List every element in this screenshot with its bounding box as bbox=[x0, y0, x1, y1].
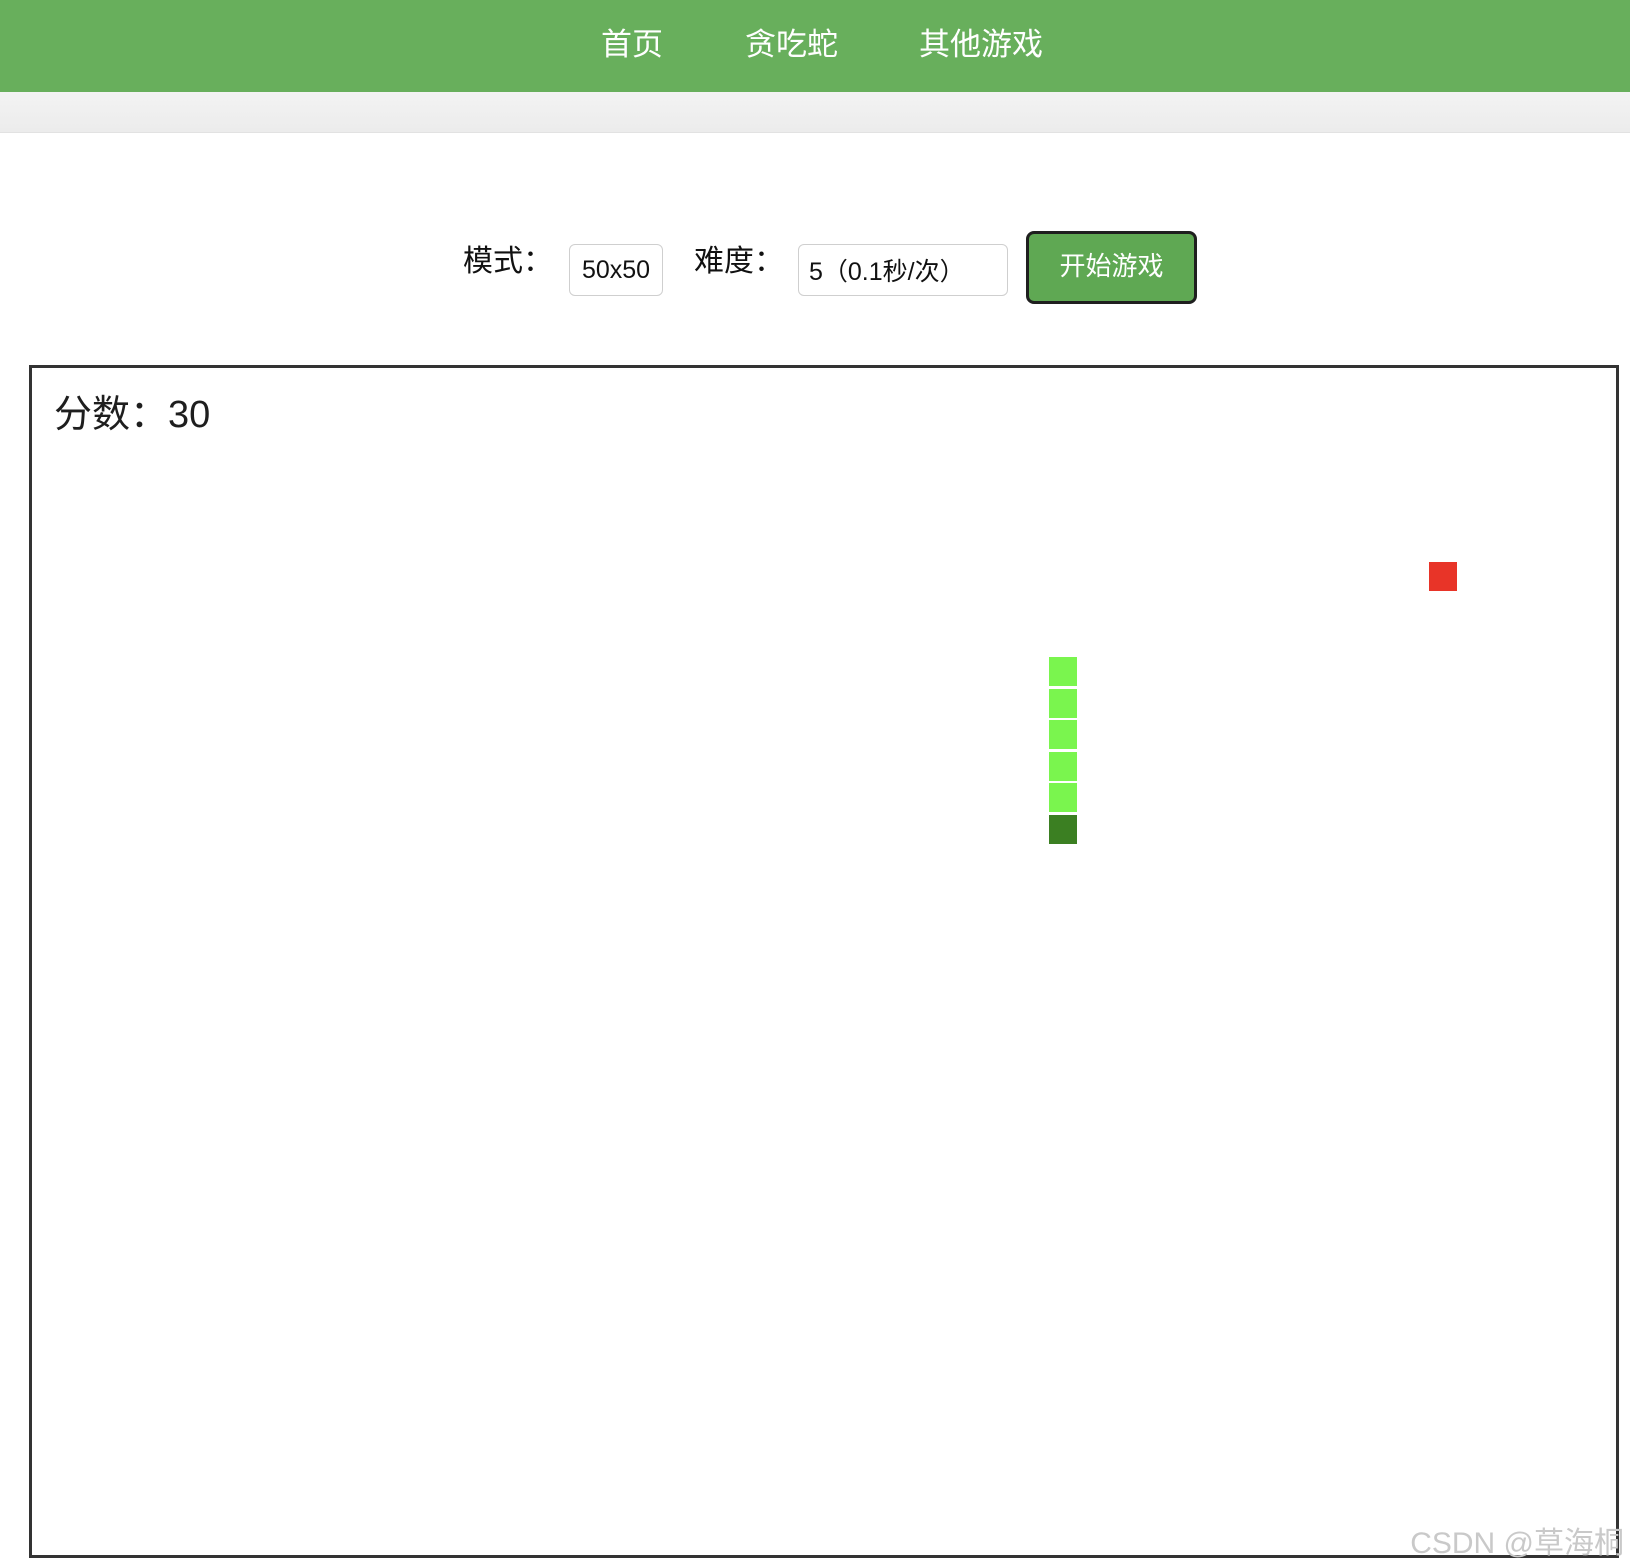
snake-body-segment bbox=[1049, 656, 1078, 686]
sub-header-bar bbox=[0, 92, 1630, 133]
score-display: 分数：30 bbox=[54, 390, 210, 439]
score-value: 30 bbox=[168, 394, 211, 436]
top-navbar: 首页 贪吃蛇 其他游戏 bbox=[0, 0, 1630, 92]
food-cell bbox=[1428, 562, 1457, 592]
snake-body-segment bbox=[1049, 751, 1078, 781]
difficulty-input[interactable] bbox=[798, 244, 1008, 296]
nav-item-other-games[interactable]: 其他游戏 bbox=[919, 0, 1043, 92]
difficulty-label: 难度： bbox=[694, 244, 784, 279]
snake-body-segment bbox=[1049, 688, 1078, 718]
nav-item-snake[interactable]: 贪吃蛇 bbox=[745, 0, 838, 92]
watermark: CSDN @草海桐 bbox=[1410, 1527, 1624, 1560]
snake-body-segment bbox=[1049, 720, 1078, 750]
mode-label: 模式： bbox=[463, 244, 553, 279]
game-board[interactable]: 分数：30 bbox=[29, 365, 1619, 1558]
nav-item-home[interactable]: 首页 bbox=[601, 0, 663, 92]
mode-input[interactable] bbox=[569, 244, 663, 296]
score-label: 分数： bbox=[54, 392, 169, 436]
snake-body-segment bbox=[1049, 783, 1078, 813]
start-game-button[interactable]: 开始游戏 bbox=[1026, 231, 1197, 304]
snake-head bbox=[1049, 814, 1078, 844]
